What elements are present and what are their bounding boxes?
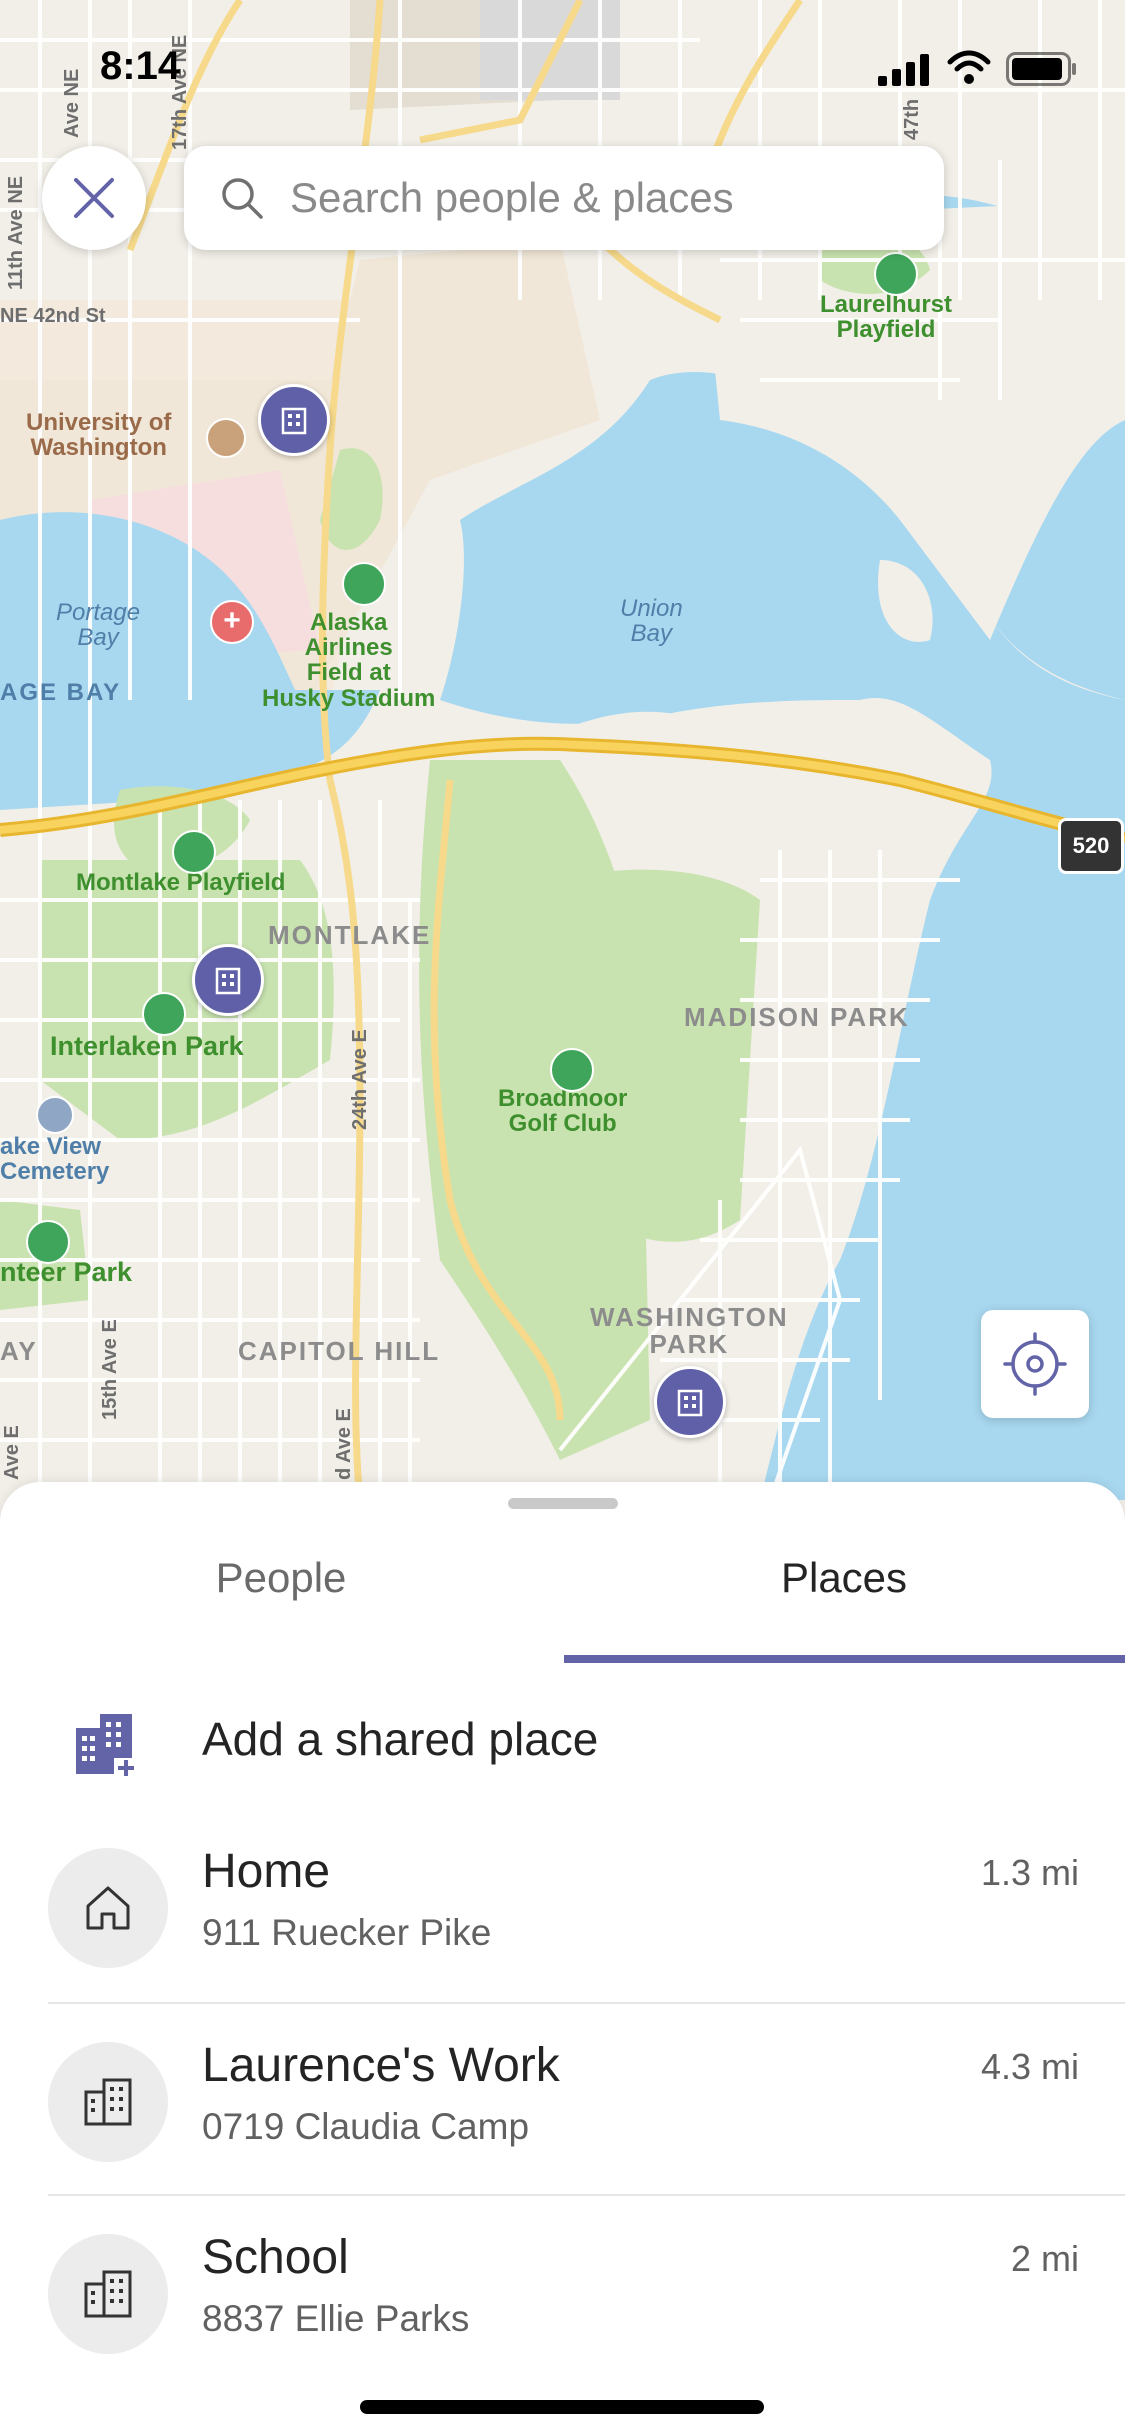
label-11th-ave: 11th Ave NE — [5, 175, 27, 290]
place-pin[interactable] — [654, 1366, 726, 1438]
building-icon — [281, 407, 307, 435]
label-volunteer: nteer Park — [0, 1257, 133, 1287]
place-distance: 1.3 mi — [980, 1852, 1079, 1893]
place-row-school[interactable]: School 8837 Ellie Parks 2 mi — [0, 2194, 1125, 2386]
search-placeholder: Search people & places — [290, 174, 734, 221]
montlake-playfield-poi-icon — [172, 830, 216, 874]
laurelhurst-poi-icon — [874, 252, 918, 296]
close-button[interactable] — [42, 146, 146, 250]
add-shared-place-button[interactable]: Add a shared place — [0, 1682, 1125, 1792]
place-row-work[interactable]: Laurence's Work 0719 Claudia Camp 4.3 mi — [0, 2002, 1125, 2194]
label-interlaken: Interlaken Park — [50, 1031, 244, 1061]
route-520-label: 520 — [1072, 833, 1110, 858]
label-madison-park: MADISON PARK — [684, 1002, 910, 1032]
place-row-home[interactable]: Home 911 Ruecker Pike 1.3 mi — [0, 1808, 1125, 2000]
place-avatar — [48, 1848, 168, 1968]
hospital-icon: + — [210, 600, 254, 644]
add-building-icon — [76, 1714, 134, 1776]
route-520-shield: 520 — [1058, 818, 1124, 874]
bottom-sheet: People Places Add a shared place Home 91… — [0, 1482, 1125, 2436]
label-montlake-playfield: Montlake Playfield — [76, 869, 286, 896]
search-icon — [222, 178, 263, 219]
label-ay: AY — [0, 1336, 38, 1366]
tab-people[interactable]: People — [0, 1554, 562, 1602]
label-ave-e: Ave E — [1, 1425, 23, 1480]
search-input[interactable]: Search people & places — [184, 146, 944, 250]
place-name: Laurence's Work — [202, 2039, 560, 2092]
place-avatar — [48, 2234, 168, 2354]
sheet-grabber[interactable] — [508, 1498, 618, 1509]
battery-icon — [1006, 52, 1076, 86]
label-montlake: MONTLAKE — [268, 920, 432, 950]
label-lake-view: ake View Cemetery — [0, 1133, 110, 1186]
label-24th-ave: 24th Ave E — [349, 1029, 371, 1130]
label-portage-bay: Portage Bay — [56, 599, 141, 652]
add-shared-place-label: Add a shared place — [202, 1713, 599, 1765]
label-union-bay: Union Bay — [620, 595, 683, 648]
home-indicator[interactable] — [360, 2400, 764, 2414]
locate-me-button[interactable] — [981, 1310, 1089, 1418]
volunteer-poi-icon — [26, 1220, 70, 1264]
label-washington-park: WASHINGTON PARK — [590, 1302, 789, 1360]
building-icon — [84, 2270, 132, 2318]
building-icon — [84, 2078, 132, 2126]
signal-icon — [878, 54, 929, 86]
label-stadium: Alaska Airlines Field at Husky Stadium — [262, 609, 436, 712]
place-name: School — [202, 2231, 349, 2284]
place-address: 8837 Ellie Parks — [202, 2298, 470, 2339]
building-icon — [215, 967, 241, 995]
label-15th-ave: 15th Ave E — [99, 1319, 121, 1420]
interlaken-poi-icon — [142, 992, 186, 1036]
place-address: 911 Ruecker Pike — [202, 1912, 492, 1953]
label-capitol-hill: CAPITOL HILL — [238, 1336, 441, 1366]
place-address: 0719 Claudia Camp — [202, 2106, 530, 2147]
label-ne42: NE 42nd St — [0, 305, 106, 327]
stadium-poi-icon — [342, 562, 386, 606]
status-bar: 8:14 — [0, 0, 1125, 140]
crosshair-icon — [1003, 1332, 1067, 1396]
university-icon — [206, 418, 246, 458]
status-time: 8:14 — [100, 44, 181, 88]
place-pin[interactable] — [258, 384, 330, 456]
label-laurelhurst: Laurelhurst Playfield — [820, 291, 953, 344]
golf-poi-icon — [550, 1048, 594, 1092]
place-name: Home — [202, 1845, 331, 1898]
tab-places[interactable]: Places — [563, 1554, 1125, 1602]
place-pin[interactable] — [192, 944, 264, 1016]
label-broadmoor: Broadmoor Golf Club — [498, 1085, 628, 1138]
building-icon — [677, 1389, 703, 1417]
place-distance: 4.3 mi — [980, 2046, 1079, 2087]
wifi-icon — [947, 50, 991, 84]
label-university: University of Washington — [26, 409, 172, 462]
close-icon — [74, 178, 114, 218]
label-age-bay: AGE BAY — [0, 679, 122, 706]
cemetery-icon — [36, 1096, 74, 1134]
label-ave-e-2: d Ave E — [333, 1408, 355, 1480]
tab-selected-indicator — [564, 1655, 1125, 1663]
place-distance: 2 mi — [1010, 2238, 1079, 2279]
place-avatar — [48, 2042, 168, 2162]
home-icon — [86, 1886, 130, 1930]
